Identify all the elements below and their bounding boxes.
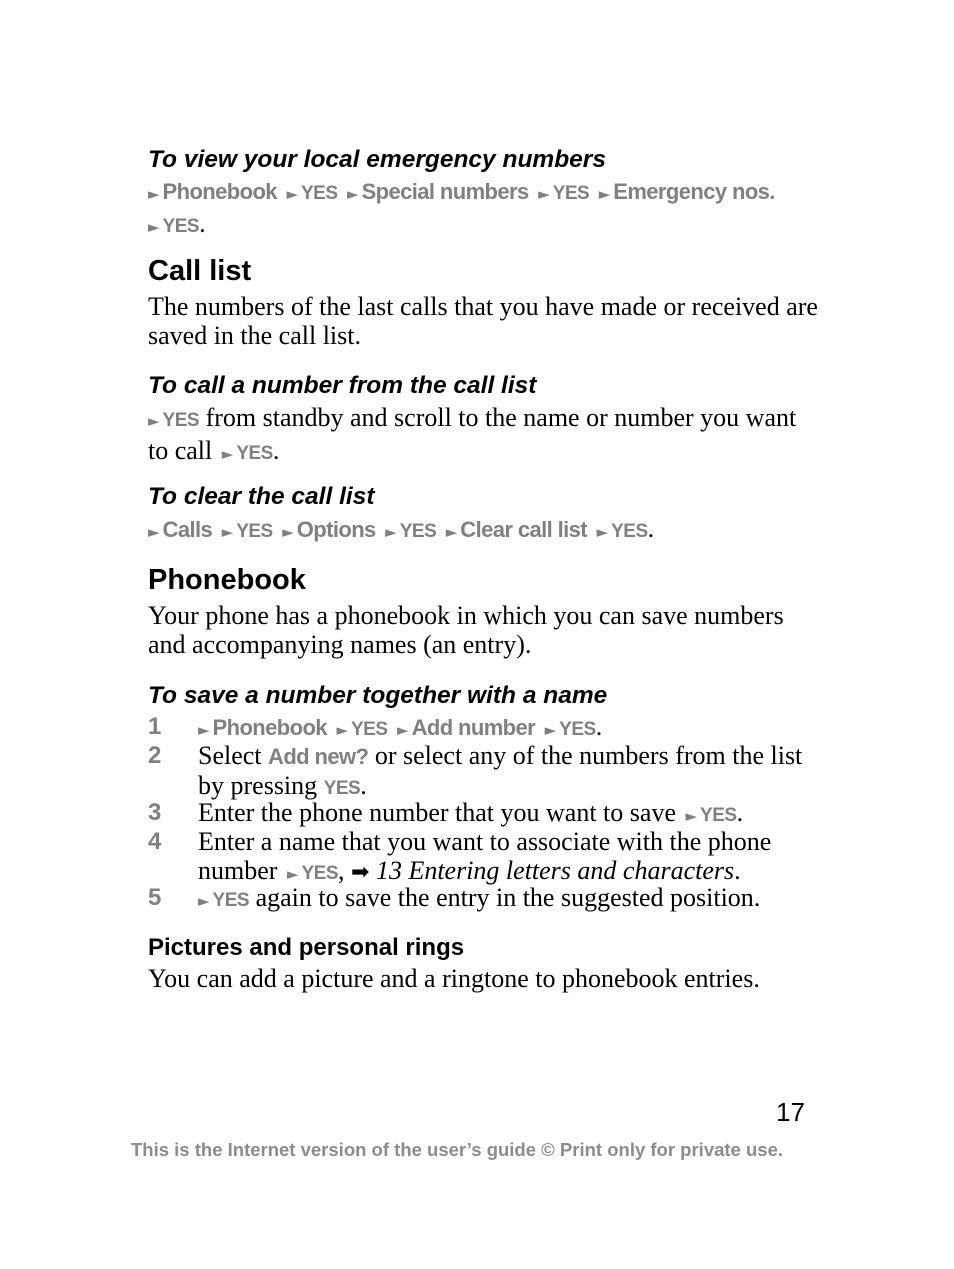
yes-key: YES: [700, 805, 737, 826]
arrow-icon: ►: [538, 185, 550, 203]
phonebook-intro: Your phone has a phonebook in which you …: [148, 601, 784, 659]
phonebook-title: Phonebook: [148, 564, 306, 596]
yes-key: YES: [236, 443, 273, 464]
call-list-title: Call list: [148, 255, 252, 287]
yes-key: YES: [212, 890, 250, 911]
yes-key: YES: [552, 183, 590, 204]
menu-item: Calls: [162, 517, 213, 542]
arrow-icon: ►: [445, 523, 458, 541]
arrow-icon: ►: [347, 185, 359, 203]
arrow-icon: ►: [286, 865, 299, 883]
arrow-icon: ►: [385, 523, 397, 541]
arrow-icon: ►: [282, 523, 294, 541]
menu-item: Clear call list: [460, 517, 588, 542]
yes-key: YES: [559, 719, 596, 740]
menu-item: Add number: [411, 715, 536, 740]
menu-item: Phonebook: [212, 715, 328, 740]
yes-key: YES: [162, 216, 200, 237]
arrow-icon: ►: [198, 892, 210, 910]
arrow-icon: ►: [198, 721, 210, 739]
arrow-icon: ►: [221, 523, 234, 541]
yes-key: YES: [611, 521, 648, 542]
save-number-heading: To save a number together with a name: [148, 682, 608, 709]
menu-item: Phonebook: [162, 179, 278, 204]
arrow-icon: ►: [544, 721, 557, 739]
call-list-intro: The numbers of the last calls that you h…: [148, 292, 818, 350]
yes-key: YES: [236, 521, 273, 542]
arrow-icon: ►: [148, 218, 160, 236]
call-from-list-heading: To call a number from the call list: [148, 372, 537, 399]
right-arrow-icon: ➡: [351, 860, 370, 885]
arrow-icon: ►: [336, 721, 348, 739]
page-number: 17: [776, 1097, 805, 1127]
yes-key: YES: [301, 863, 338, 884]
instruction-text: Select: [198, 741, 269, 770]
step-number: 4: [148, 828, 162, 855]
yes-key: YES: [323, 778, 361, 799]
arrow-icon: ►: [221, 445, 234, 463]
arrow-icon: ►: [397, 721, 409, 739]
arrow-icon: ►: [148, 523, 160, 541]
instruction-text: Enter the phone number that you want to …: [198, 798, 683, 827]
cross-reference-link[interactable]: 13 Entering letters and characters: [376, 856, 734, 885]
yes-key: YES: [162, 410, 200, 431]
arrow-icon: ►: [598, 185, 611, 203]
pictures-text: You can add a picture and a ringtone to …: [148, 964, 760, 993]
arrow-icon: ►: [685, 807, 698, 825]
clear-list-path: ► Calls ► YES ► Options ► YES ► Clear call li…: [148, 514, 655, 543]
yes-key: YES: [300, 183, 338, 204]
arrow-icon: ►: [148, 185, 160, 203]
emergency-heading: To view your local emergency numbers: [148, 146, 606, 173]
arrow-icon: ►: [596, 523, 609, 541]
pictures-heading: Pictures and personal rings: [148, 934, 465, 961]
menu-item: Emergency nos.: [613, 179, 775, 204]
instruction-text: again to save the entry in the suggested…: [249, 883, 761, 912]
arrow-icon: ►: [148, 412, 160, 430]
clear-list-heading: To clear the call list: [148, 483, 375, 510]
yes-key: YES: [399, 521, 437, 542]
step-number: 5: [148, 884, 162, 911]
menu-item: Add new?: [268, 744, 369, 769]
footer-note: This is the Internet version of the user…: [131, 1139, 784, 1160]
menu-item: Options: [296, 517, 377, 542]
menu-item: Special numbers: [361, 179, 530, 204]
arrow-icon: ►: [286, 185, 298, 203]
call-from-list-text: ► YES from standby and scroll to the name…: [148, 403, 797, 465]
yes-key: YES: [350, 719, 388, 740]
step-number: 2: [148, 742, 162, 769]
step-number: 3: [148, 799, 162, 826]
emergency-path: ► Phonebook ► YES ► Special numbers ► YES ► E…: [148, 179, 775, 238]
step-number: 1: [148, 713, 162, 740]
